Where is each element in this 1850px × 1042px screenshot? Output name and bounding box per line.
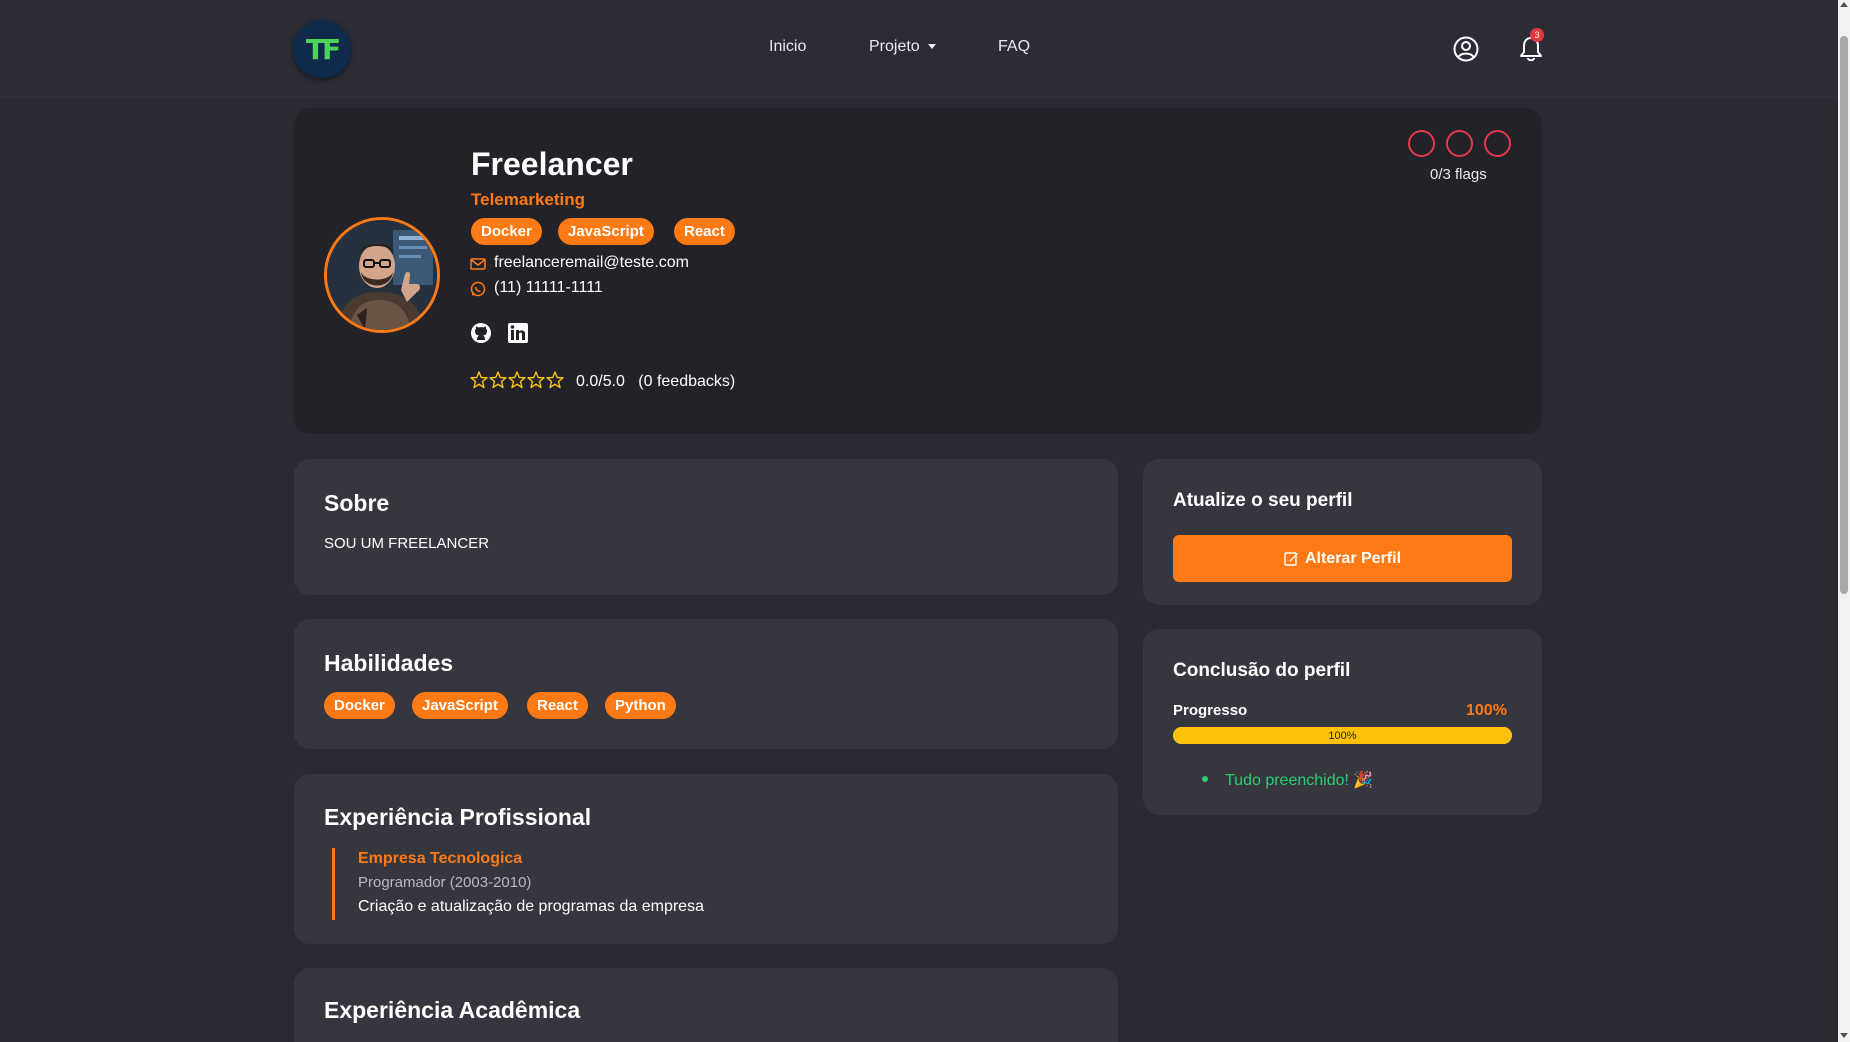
star-icon (546, 371, 564, 389)
completion-status: Tudo preenchido! 🎉 (1225, 772, 1374, 789)
experiencia-profissional-title: Experiência Profissional (324, 804, 592, 830)
sobre-text: SOU UM FREELANCER (324, 535, 490, 552)
star-icon (508, 371, 526, 389)
bullet-icon (1202, 776, 1208, 782)
skill-tag: React (527, 692, 588, 719)
rating-summary: 0.0/5.0 (0 feedbacks) (576, 373, 735, 391)
profile-phone: (11) 11111-1111 (494, 279, 603, 296)
nav-link-inicio[interactable]: Inicio (769, 38, 806, 56)
logo[interactable]: TF (293, 20, 351, 78)
profile-tag: JavaScript (558, 218, 654, 245)
experience-company: Empresa Tecnologica (358, 850, 523, 867)
avatar (324, 217, 440, 333)
rating-value: 0.0/5.0 (576, 373, 625, 390)
profile-tag: Docker (471, 218, 542, 245)
flags-label: 0/3 flags (1430, 166, 1487, 183)
flag-circle (1484, 130, 1511, 157)
profile-role: Telemarketing (471, 190, 586, 209)
progress-bar: 100% (1173, 727, 1512, 744)
habilidades-title: Habilidades (324, 650, 454, 676)
skill-tag: JavaScript (412, 692, 508, 719)
experiencia-academica-title: Experiência Acadêmica (324, 997, 581, 1023)
edit-icon (1284, 552, 1298, 566)
profile-tag: React (674, 218, 735, 245)
feedback-count: (0 feedbacks) (638, 373, 736, 390)
scroll-up-arrow-icon[interactable] (1840, 2, 1848, 7)
progress-label: Progresso (1173, 702, 1248, 719)
skill-tag: Python (605, 692, 676, 719)
nav-link-projeto-label: Projeto (869, 38, 920, 55)
atualize-card (1143, 459, 1542, 605)
chevron-down-icon (927, 44, 936, 50)
notification-badge: 3 (1530, 28, 1544, 42)
skill-tag: Docker (324, 692, 395, 719)
scroll-down-arrow-icon[interactable] (1840, 1033, 1848, 1038)
progress-bar-fill: 100% (1173, 727, 1512, 744)
experience-accent-bar (332, 848, 335, 920)
rating-stars (470, 371, 564, 389)
sobre-card (294, 459, 1118, 595)
linkedin-icon[interactable] (507, 322, 529, 344)
flags-indicator (1408, 130, 1512, 158)
page-scrollbar[interactable] (1838, 0, 1850, 1042)
github-icon[interactable] (470, 322, 492, 344)
conclusao-title: Conclusão do perfil (1173, 660, 1351, 681)
avatar-photo (327, 220, 437, 330)
star-icon (470, 371, 488, 389)
sobre-title: Sobre (324, 490, 390, 516)
whatsapp-icon (470, 281, 486, 297)
progress-percent: 100% (1466, 702, 1507, 719)
habilidades-card (294, 619, 1118, 749)
navbar: TF Inicio Projeto FAQ 3 (0, 0, 1838, 98)
scrollbar-thumb[interactable] (1840, 36, 1848, 594)
profile-name: Freelancer (471, 146, 633, 182)
flag-circle (1446, 130, 1473, 157)
user-circle-icon[interactable] (1453, 36, 1479, 62)
nav-link-faq[interactable]: FAQ (998, 38, 1030, 56)
star-icon (527, 371, 545, 389)
flag-circle (1408, 130, 1435, 157)
nav-link-projeto[interactable]: Projeto (869, 38, 936, 56)
atualize-title: Atualize o seu perfil (1173, 490, 1353, 511)
experience-role: Programador (2003-2010) (358, 874, 532, 891)
profile-email: freelanceremail@teste.com (494, 254, 689, 271)
alterar-perfil-label: Alterar Perfil (1304, 549, 1402, 567)
star-icon (489, 371, 507, 389)
alterar-perfil-button[interactable]: Alterar Perfil (1173, 535, 1512, 582)
experience-description: Criação e atualização de programas da em… (358, 898, 704, 915)
logo-text: TF (305, 32, 341, 66)
envelope-icon (470, 258, 486, 270)
